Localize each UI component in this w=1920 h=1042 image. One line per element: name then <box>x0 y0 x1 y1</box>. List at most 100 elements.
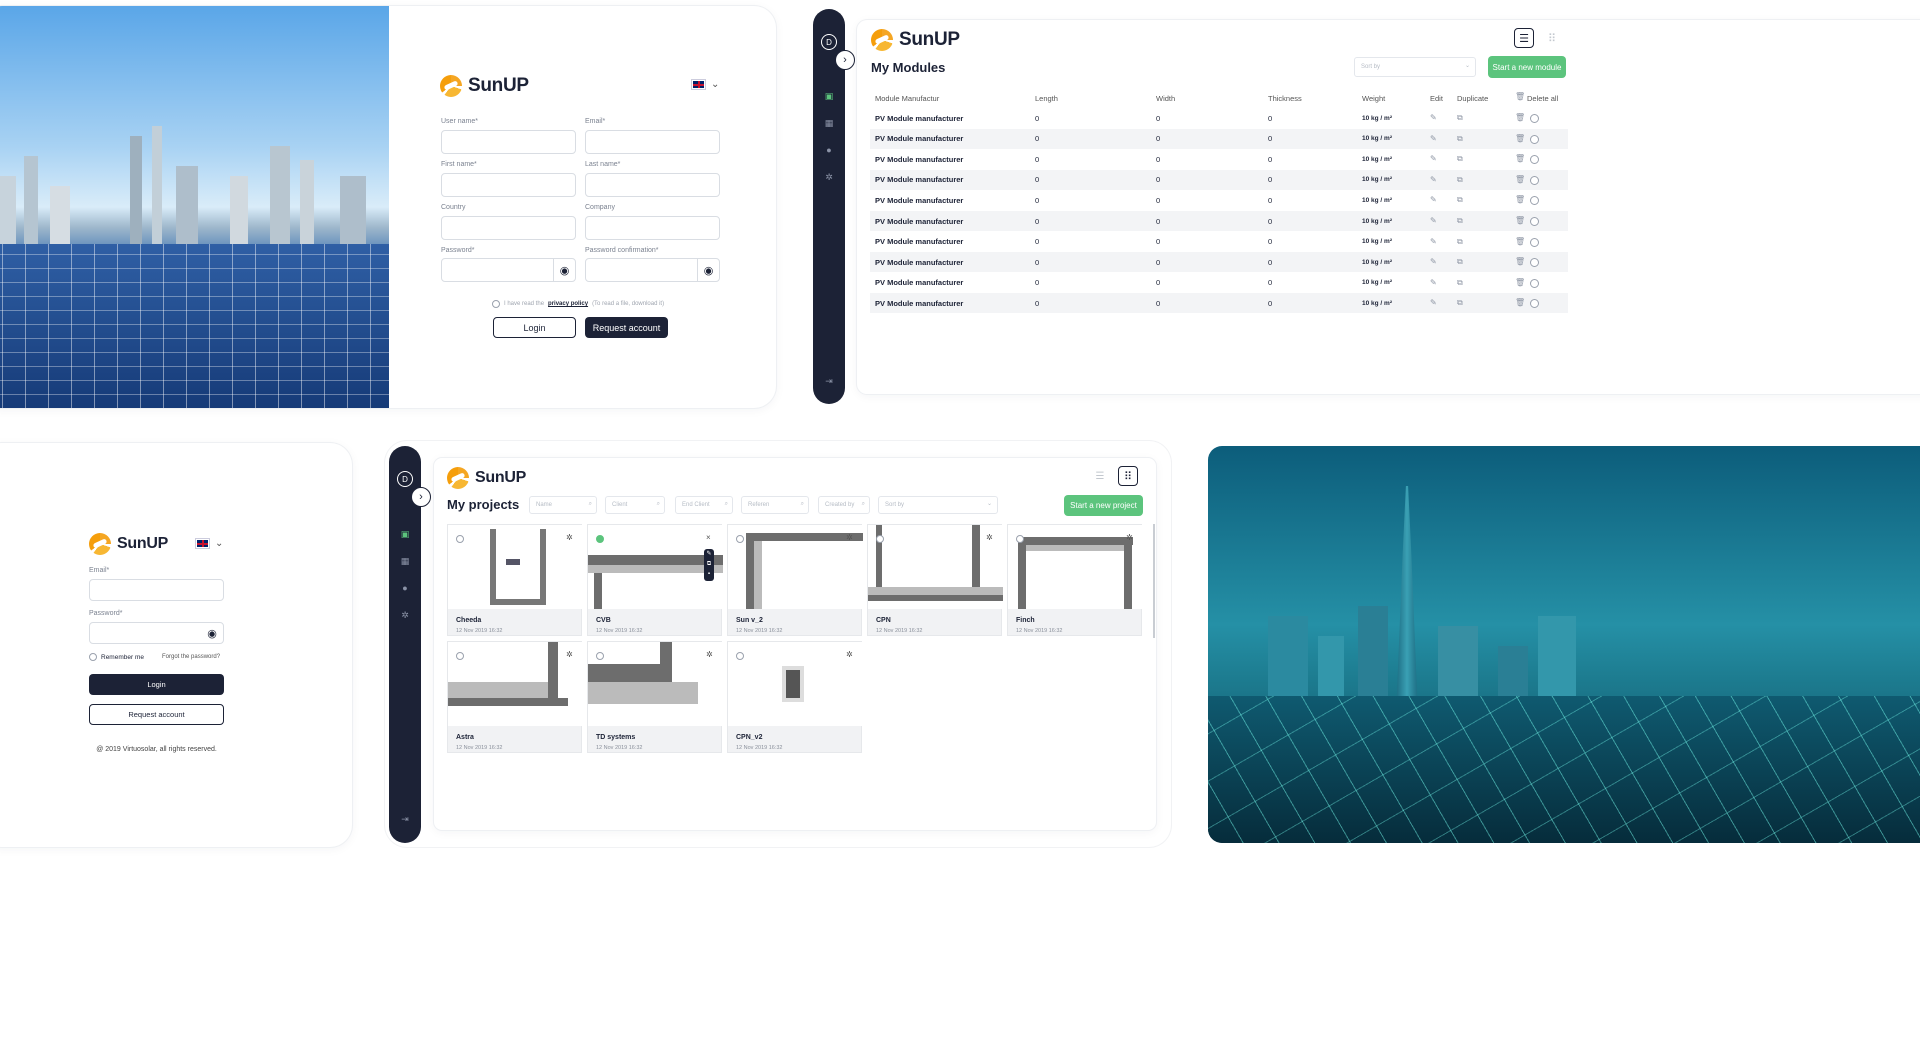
grid-icon[interactable]: ▦ <box>400 556 410 566</box>
gear-icon[interactable]: ✲ <box>706 650 713 659</box>
trash-icon[interactable]: 🗑 <box>1515 175 1525 184</box>
user-icon[interactable]: ● <box>824 145 834 155</box>
remember-me[interactable]: Remember me <box>89 653 144 661</box>
table-row[interactable]: PV Module manufacturer 0 0 0 10 kg / m² ✎ ⧉ 🗑 <box>870 273 1568 293</box>
edit-icon[interactable]: ✎ <box>1430 257 1437 266</box>
select-radio[interactable] <box>456 535 464 543</box>
gear-icon[interactable]: ✲ <box>846 650 853 659</box>
eye-icon[interactable]: ◉ <box>697 259 719 281</box>
select-radio[interactable] <box>596 652 604 660</box>
eye-icon[interactable]: ◉ <box>553 259 575 281</box>
select-radio[interactable] <box>876 535 884 543</box>
select-radio[interactable] <box>1530 175 1539 185</box>
select-radio[interactable] <box>736 652 744 660</box>
reference-filter[interactable]: Referen ⌕ <box>741 496 809 514</box>
country-input[interactable] <box>441 216 576 240</box>
list-view-button[interactable]: ☰ <box>1090 466 1110 486</box>
email-input[interactable] <box>89 579 224 601</box>
password-input[interactable]: ◉ <box>89 622 224 644</box>
start-new-project-button[interactable]: Start a new project <box>1064 495 1143 516</box>
duplicate-icon[interactable]: ⧉ <box>1457 154 1463 164</box>
select-radio[interactable] <box>736 535 744 543</box>
select-radio[interactable] <box>1530 258 1539 268</box>
table-row[interactable]: PV Module manufacturer 0 0 0 10 kg / m² ✎ ⧉ 🗑 <box>870 232 1568 252</box>
forgot-password-link[interactable]: Forgot the password? <box>162 654 220 660</box>
gear-icon[interactable]: ✲ <box>566 650 573 659</box>
table-row[interactable]: PV Module manufacturer 0 0 0 10 kg / m² ✎ ⧉ 🗑 <box>870 293 1568 314</box>
trash-icon[interactable]: 🗑 <box>1515 216 1525 225</box>
duplicate-icon[interactable]: ⧉ <box>1457 298 1463 308</box>
request-account-button[interactable]: Request account <box>89 704 224 725</box>
email-input[interactable] <box>585 130 720 154</box>
trash-icon[interactable]: 🗑 <box>1515 278 1525 287</box>
table-row[interactable]: PV Module manufacturer 0 0 0 10 kg / m² ✎ ⧉ 🗑 <box>870 211 1568 231</box>
duplicate-icon[interactable]: ⧉ <box>1457 278 1463 288</box>
project-tile[interactable]: ✲ Cheeda 12 Nov 2019 16:32 <box>447 524 583 636</box>
edit-icon[interactable]: ✎ <box>704 549 714 559</box>
sort-select[interactable]: Sort by ⌄ <box>1354 57 1476 77</box>
project-tile[interactable]: × ✎ ⧉ ▪ CVB 12 Nov 2019 16:32 <box>587 524 723 636</box>
user-avatar[interactable]: D <box>821 34 837 50</box>
duplicate-icon[interactable]: ⧉ <box>1457 175 1463 185</box>
list-view-button[interactable]: ☰ <box>1514 28 1534 48</box>
select-radio[interactable] <box>1530 196 1539 206</box>
lastname-input[interactable] <box>585 173 720 197</box>
expand-sidebar-button[interactable]: › <box>411 487 431 507</box>
language-select[interactable]: ⌄ <box>691 79 719 90</box>
select-radio[interactable] <box>1530 114 1539 123</box>
projects-icon[interactable]: ▣ <box>400 529 410 539</box>
column-header[interactable]: Delete all <box>1527 94 1558 103</box>
duplicate-icon[interactable]: ⧉ <box>1457 134 1463 144</box>
project-tile[interactable]: ✲ Sun v_2 12 Nov 2019 16:32 <box>727 524 863 636</box>
privacy-policy-link[interactable]: privacy policy <box>548 301 588 307</box>
duplicate-icon[interactable]: ⧉ <box>1457 257 1463 267</box>
duplicate-icon[interactable]: ⧉ <box>704 559 714 569</box>
select-radio[interactable] <box>456 652 464 660</box>
table-row[interactable]: PV Module manufacturer 0 0 0 10 kg / m² ✎ ⧉ 🗑 <box>870 252 1568 273</box>
language-select[interactable]: ⌄ <box>195 538 223 549</box>
logout-icon[interactable]: ⇥ <box>824 376 834 386</box>
table-row[interactable]: PV Module manufacturer 0 0 0 10 kg / m² ✎ ⧉ 🗑 <box>870 128 1568 149</box>
eye-icon[interactable]: ◉ <box>201 623 223 643</box>
sort-select[interactable]: Sort by ⌄ <box>878 496 998 514</box>
edit-icon[interactable]: ✎ <box>1430 113 1437 122</box>
trash-icon[interactable]: 🗑 <box>1515 298 1525 307</box>
login-button[interactable]: Login <box>493 317 576 338</box>
duplicate-icon[interactable]: ⧉ <box>1457 113 1463 123</box>
gear-icon[interactable]: ✲ <box>566 533 573 542</box>
trash-icon[interactable]: 🗑 <box>1515 257 1525 266</box>
modules-icon[interactable]: ▣ <box>824 91 834 101</box>
user-icon[interactable]: ● <box>400 583 410 593</box>
edit-icon[interactable]: ✎ <box>1430 154 1437 163</box>
gear-icon[interactable]: ✲ <box>986 533 993 542</box>
table-row[interactable]: PV Module manufacturer 0 0 0 10 kg / m² ✎ ⧉ 🗑 <box>870 108 1568 128</box>
select-radio[interactable] <box>1530 134 1539 144</box>
edit-icon[interactable]: ✎ <box>1430 134 1437 143</box>
trash-icon[interactable]: 🗑 <box>1515 237 1525 246</box>
settings-icon[interactable]: ✲ <box>400 610 410 620</box>
gear-icon[interactable]: ✲ <box>846 533 853 542</box>
trash-icon[interactable]: ▪ <box>704 569 714 579</box>
select-radio[interactable] <box>1530 237 1539 247</box>
select-radio[interactable] <box>596 535 604 543</box>
settings-icon[interactable]: ✲ <box>824 172 834 182</box>
select-radio[interactable] <box>1530 278 1539 288</box>
project-tile[interactable]: ✲ Astra 12 Nov 2019 16:32 <box>447 641 583 753</box>
end-client-filter[interactable]: End Client ⌕ <box>675 496 733 514</box>
tiles-scrollbar[interactable] <box>1153 524 1155 638</box>
duplicate-icon[interactable]: ⧉ <box>1457 195 1463 205</box>
trash-icon[interactable]: 🗑 <box>1515 134 1525 143</box>
grid-view-button[interactable]: ⠿ <box>1118 466 1138 486</box>
table-row[interactable]: PV Module manufacturer 0 0 0 10 kg / m² ✎ ⧉ 🗑 <box>870 169 1568 190</box>
trash-icon[interactable]: 🗑 <box>1515 92 1525 101</box>
edit-icon[interactable]: ✎ <box>1430 195 1437 204</box>
edit-icon[interactable]: ✎ <box>1430 216 1437 225</box>
select-radio[interactable] <box>1016 535 1024 543</box>
start-new-module-button[interactable]: Start a new module <box>1488 56 1566 78</box>
close-icon[interactable]: × <box>706 533 711 542</box>
table-row[interactable]: PV Module manufacturer 0 0 0 10 kg / m² ✎ ⧉ 🗑 <box>870 149 1568 169</box>
login-button[interactable]: Login <box>89 674 224 695</box>
project-tile[interactable]: ✲ TD systems 12 Nov 2019 16:32 <box>587 641 723 753</box>
edit-icon[interactable]: ✎ <box>1430 237 1437 246</box>
expand-sidebar-button[interactable]: › <box>835 50 855 70</box>
